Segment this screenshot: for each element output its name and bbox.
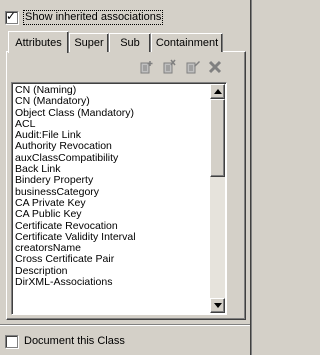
add-optional-icon[interactable] bbox=[162, 59, 178, 75]
tab-containment[interactable]: Containment bbox=[151, 33, 223, 52]
tab-super[interactable]: Super bbox=[69, 33, 109, 52]
tab-super-label: Super bbox=[74, 37, 104, 49]
show-inherited-row[interactable]: ✓ Show inherited associations bbox=[5, 8, 164, 25]
document-class-checkbox[interactable] bbox=[5, 334, 18, 348]
attributes-list: CN (Naming) CN (Mandatory) Object Class (M… bbox=[14, 84, 212, 288]
arrow-down-icon bbox=[214, 303, 222, 308]
list-item[interactable]: DirXML-Associations bbox=[14, 276, 212, 288]
attributes-listbox[interactable]: CN (Naming) CN (Mandatory) Object Class (M… bbox=[11, 82, 227, 315]
vertical-scrollbar[interactable] bbox=[210, 84, 225, 313]
scroll-up-button[interactable] bbox=[210, 84, 225, 99]
tab-containment-label: Containment bbox=[155, 37, 219, 49]
show-inherited-checkbox[interactable]: ✓ bbox=[5, 8, 18, 24]
tab-sub-label: Sub bbox=[120, 37, 140, 49]
delete-icon[interactable] bbox=[207, 59, 223, 75]
list-item[interactable]: CN (Mandatory) bbox=[14, 95, 212, 107]
tab-attributes-label: Attributes bbox=[15, 36, 62, 49]
list-item[interactable]: Bindery Property bbox=[14, 175, 212, 187]
show-inherited-label[interactable]: Show inherited associations bbox=[23, 9, 164, 25]
document-class-label[interactable]: Document this Class bbox=[23, 335, 126, 348]
separator bbox=[0, 324, 252, 326]
arrow-up-icon bbox=[214, 89, 222, 94]
document-class-row[interactable]: Document this Class bbox=[5, 333, 126, 349]
add-attribute-icon[interactable] bbox=[139, 59, 155, 75]
tab-attributes[interactable]: Attributes bbox=[8, 31, 69, 53]
right-edge bbox=[250, 0, 252, 355]
checkmark-icon: ✓ bbox=[6, 8, 17, 23]
class-properties-pane: ✓ Show inherited associations Attributes… bbox=[0, 0, 252, 355]
list-item[interactable]: Object Class (Mandatory) bbox=[14, 107, 212, 119]
tab-sub[interactable]: Sub bbox=[109, 33, 151, 52]
edit-attribute-icon[interactable] bbox=[185, 59, 201, 75]
scroll-down-button[interactable] bbox=[210, 298, 225, 313]
list-item[interactable]: CA Public Key bbox=[14, 208, 212, 220]
scroll-thumb[interactable] bbox=[210, 99, 225, 177]
